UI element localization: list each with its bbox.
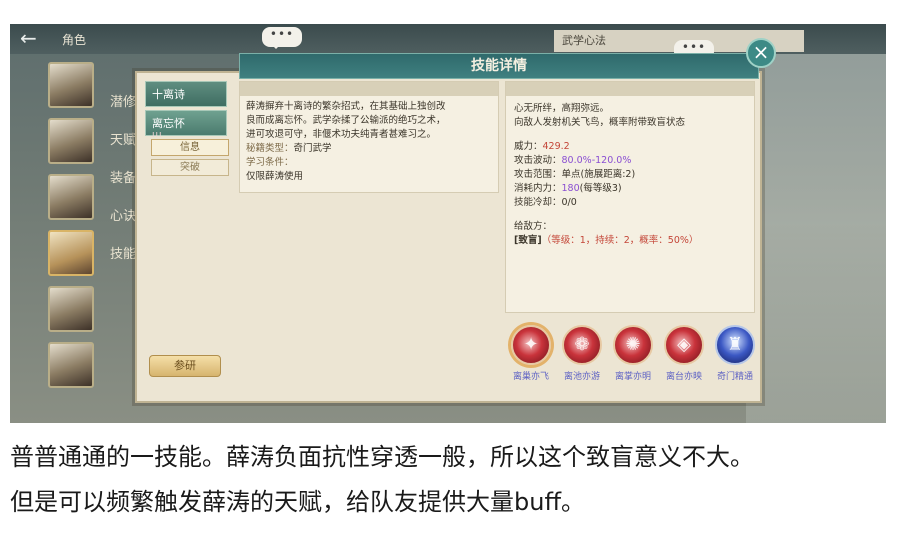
effect-text: 向敌人发射机关飞鸟，概率附带致盲状态: [514, 117, 686, 128]
character-avatar[interactable]: [48, 174, 94, 220]
skill-detail-modal: ⚔ 技能详情 十离诗 离忘怀 ııı 信息 突破 参研 薛涛摒弃十离诗的繁杂招式…: [135, 53, 762, 403]
character-avatar[interactable]: [48, 286, 94, 332]
skill-name: 奇门精通: [716, 372, 753, 382]
cost-row: 消耗内力：180(每等级3): [514, 182, 746, 196]
range-row: 攻击范围：单点(施展距离:2): [514, 168, 746, 182]
tab-liwanghuai[interactable]: 离忘怀 ııı: [145, 110, 227, 140]
caption-line-2: 但是可以频繁触发薛涛的天赋，给队友提供大量buff。: [10, 488, 585, 516]
side-menu-item[interactable]: 天赋: [110, 122, 136, 160]
skill-item[interactable]: ✦ 离巢亦飞: [506, 325, 556, 382]
game-screenshot: ← 角色 ••• 武学心法 潜修 天赋 装备 心诀 技能 ••• ⚔ 技能详情 …: [10, 24, 886, 423]
power-row: 威力：429.2: [514, 140, 746, 154]
close-icon[interactable]: ×: [746, 38, 776, 68]
chat-bubble-icon[interactable]: •••: [262, 27, 302, 49]
condition-label: 学习条件：: [246, 157, 294, 168]
side-menu-item[interactable]: 心诀: [110, 198, 136, 236]
skill-name: 离台亦映: [665, 372, 702, 382]
research-button[interactable]: 参研: [149, 355, 221, 377]
cd-value: 0/0: [561, 197, 577, 208]
role-label: 角色: [62, 33, 87, 47]
skill-item[interactable]: ❁ 离池亦游: [557, 325, 607, 382]
stats-panel: 心无所绊，高翔弥远。 向敌人发射机关飞鸟，概率附带致盲状态 威力：429.2 攻…: [505, 81, 755, 313]
character-list: [46, 54, 96, 423]
skill-item[interactable]: ♜ 奇门精通: [710, 325, 760, 382]
tab-shilishi[interactable]: 十离诗: [145, 81, 227, 107]
tab-breakthrough[interactable]: 突破: [151, 159, 229, 176]
skill-name: 离掌亦明: [614, 372, 651, 382]
fish-icon[interactable]: ❁: [562, 325, 602, 365]
pearl-icon[interactable]: ✺: [613, 325, 653, 365]
status-effect: （等级：1，持续：2，概率：50%）: [541, 235, 699, 246]
back-arrow-icon[interactable]: ←: [20, 27, 44, 49]
background-scenery: [746, 24, 886, 423]
fluct-value: 80.0%-120.0%: [561, 155, 632, 166]
cd-label: 技能冷却：: [514, 197, 562, 208]
enemy-label: 给敌方：: [514, 221, 553, 232]
mirror-icon[interactable]: ◈: [664, 325, 704, 365]
character-avatar[interactable]: [48, 118, 94, 164]
tab-label: 离忘怀: [152, 117, 185, 130]
description-line: 良而成离忘怀。武学杂揉了公输派的绝巧之术，: [246, 115, 446, 126]
tab-label: 十离诗: [152, 88, 185, 101]
level-marks: ııı: [152, 130, 163, 140]
status-row: [致盲]（等级：1，持续：2，概率：50%）: [514, 234, 746, 248]
fluct-row: 攻击波动：80.0%-120.0%: [514, 154, 746, 168]
power-label: 威力：: [514, 141, 543, 152]
skill-tabs: 十离诗 离忘怀 ııı 信息 突破: [145, 81, 229, 176]
bird-feather-icon[interactable]: ✦: [511, 325, 551, 365]
caption-line-1: 普普通通的一技能。薛涛负面抗性穿透一般，所以这个致盲意义不大。: [10, 443, 754, 471]
tab-info[interactable]: 信息: [151, 139, 229, 156]
description-line: 进可攻退可守，非偃术功夫纯青者甚难习之。: [246, 129, 437, 140]
panel-header: [240, 82, 498, 96]
side-menu: 潜修 天赋 装备 心诀 技能: [110, 84, 136, 274]
condition-value: 仅限薛涛使用: [246, 171, 304, 182]
character-avatar[interactable]: [48, 62, 94, 108]
mechanism-icon[interactable]: ♜: [715, 325, 755, 365]
skill-item[interactable]: ◈ 离台亦映: [659, 325, 709, 382]
side-menu-item[interactable]: 潜修: [110, 84, 136, 122]
description-panel: 薛涛摒弃十离诗的繁杂招式，在其基础上独创改 良而成离忘怀。武学杂揉了公输派的绝巧…: [239, 81, 499, 193]
cost-label: 消耗内力：: [514, 183, 562, 194]
character-avatar-selected[interactable]: [48, 230, 94, 276]
range-value: 单点(施展距离:2): [561, 169, 636, 180]
character-avatar[interactable]: [48, 342, 94, 388]
skill-name: 离池亦游: [563, 372, 600, 382]
status-tag: [致盲]: [514, 235, 542, 246]
type-row: 秘籍类型：奇门武学: [246, 142, 492, 156]
type-value: 奇门武学: [293, 143, 332, 154]
cost-value: 180: [561, 183, 580, 194]
skill-item[interactable]: ✺ 离掌亦明: [608, 325, 658, 382]
skill-icon-row: ✦ 离巢亦飞 ❁ 离池亦游 ✺ 离掌亦明 ◈ 离台亦映 ♜ 奇门精通: [506, 325, 762, 395]
power-value: 429.2: [542, 141, 570, 152]
fluct-label: 攻击波动：: [514, 155, 562, 166]
description-line: 薛涛摒弃十离诗的繁杂招式，在其基础上独创改: [246, 101, 446, 112]
modal-title: 技能详情: [239, 53, 759, 79]
side-menu-item[interactable]: 装备: [110, 160, 136, 198]
side-menu-item[interactable]: 技能: [110, 236, 136, 274]
cd-row: 技能冷却：0/0: [514, 196, 746, 210]
stats-text: 心无所绊，高翔弥远。 向敌人发射机关飞鸟，概率附带致盲状态 威力：429.2 攻…: [506, 96, 754, 254]
cost-suffix: (每等级3): [579, 183, 622, 194]
description-text: 薛涛摒弃十离诗的繁杂招式，在其基础上独创改 良而成离忘怀。武学杂揉了公输派的绝巧…: [240, 96, 498, 188]
skill-name: 离巢亦飞: [512, 372, 549, 382]
panel-header: [506, 82, 754, 96]
type-label: 秘籍类型：: [246, 143, 294, 154]
range-label: 攻击范围：: [514, 169, 562, 180]
flavor-text: 心无所绊，高翔弥远。: [514, 103, 610, 114]
